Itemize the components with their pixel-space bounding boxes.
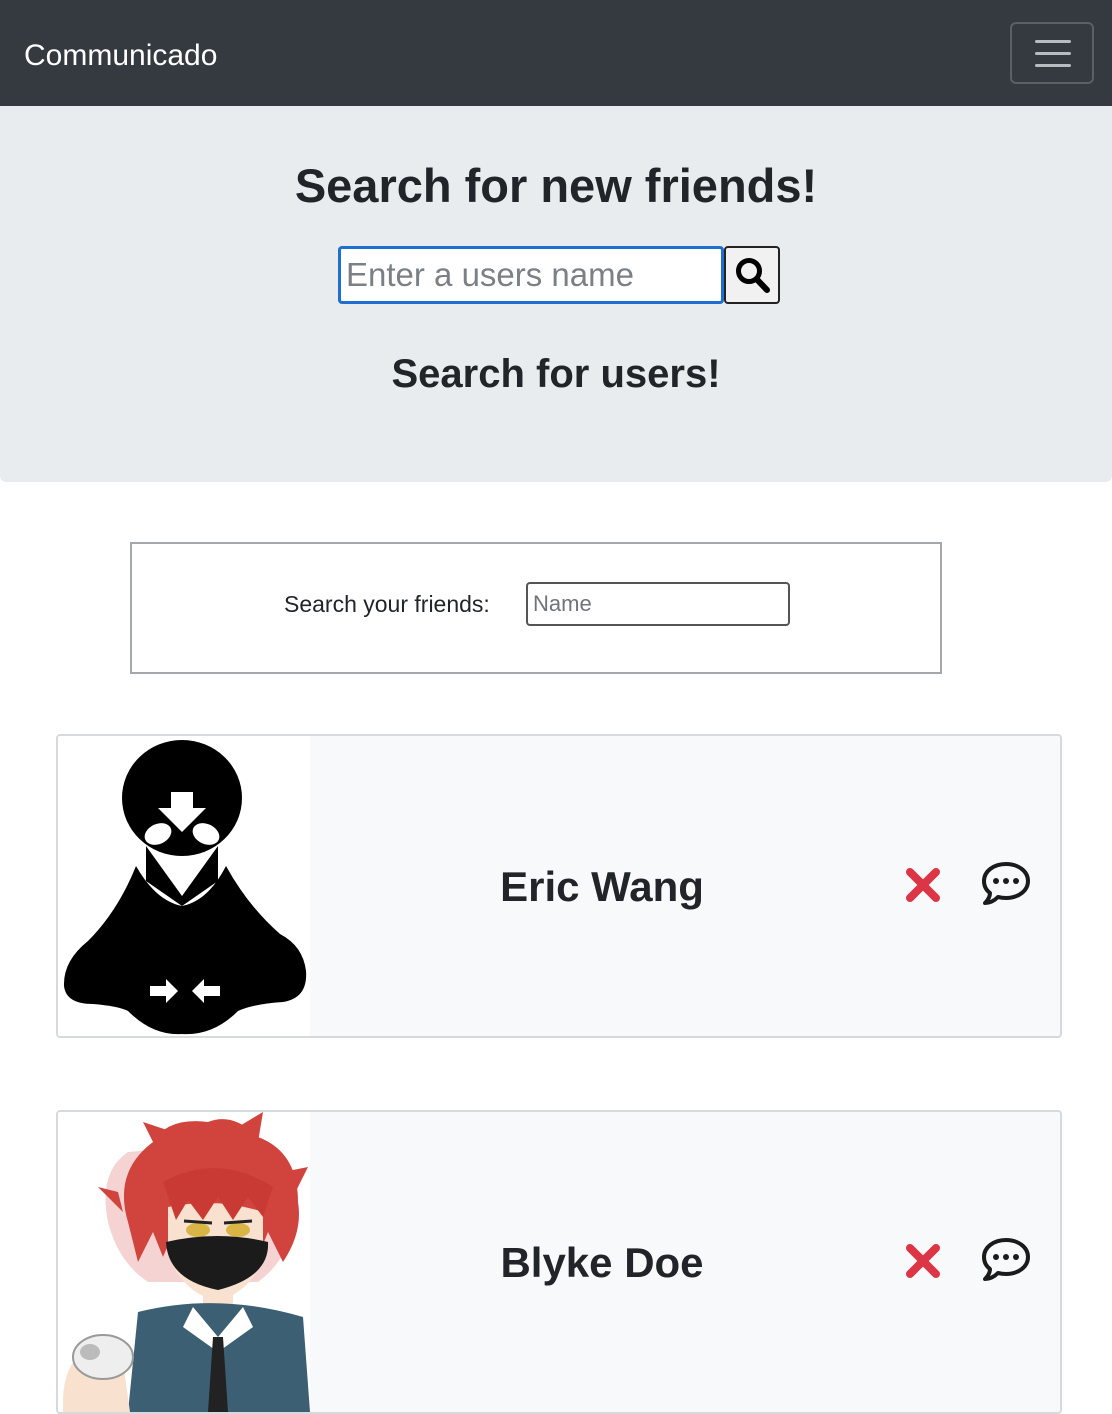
menu-toggle-button[interactable] — [1010, 22, 1094, 84]
user-search-input[interactable] — [338, 246, 724, 304]
friends-filter-input[interactable] — [526, 582, 790, 626]
search-icon — [736, 258, 770, 293]
friend-card: Blyke Doe — [56, 1110, 1062, 1414]
friends-filter-box: Search your friends: — [130, 542, 942, 674]
chat-bubble-icon — [982, 862, 1030, 905]
chat-bubble-icon — [982, 1238, 1030, 1281]
search-button[interactable] — [724, 246, 780, 304]
remove-friend-button[interactable] — [904, 866, 942, 904]
message-friend-button[interactable] — [980, 860, 1032, 908]
friend-name: Blyke Doe — [500, 1239, 704, 1286]
anime-avatar-image — [63, 1112, 310, 1412]
silhouette-avatar-image — [63, 740, 307, 1035]
avatar — [58, 1112, 310, 1412]
hamburger-icon-line — [1035, 52, 1071, 55]
search-status-text: Search for users! — [391, 352, 721, 396]
navbar: Communicado — [0, 0, 1112, 106]
message-friend-button[interactable] — [980, 1236, 1032, 1284]
remove-friend-button[interactable] — [904, 1242, 942, 1280]
avatar — [58, 736, 310, 1036]
brand-link[interactable]: Communicado — [24, 36, 217, 76]
hamburger-icon-line — [1035, 64, 1071, 67]
hamburger-icon-line — [1035, 40, 1071, 43]
friends-filter-label: Search your friends: — [284, 591, 490, 617]
page-title: Search for new friends! — [294, 159, 818, 212]
close-icon — [906, 868, 940, 902]
search-users-panel: Search for new friends! Search for users… — [0, 106, 1112, 482]
friend-card: Eric Wang — [56, 734, 1062, 1038]
friend-name: Eric Wang — [500, 863, 704, 910]
close-icon — [906, 1244, 940, 1278]
